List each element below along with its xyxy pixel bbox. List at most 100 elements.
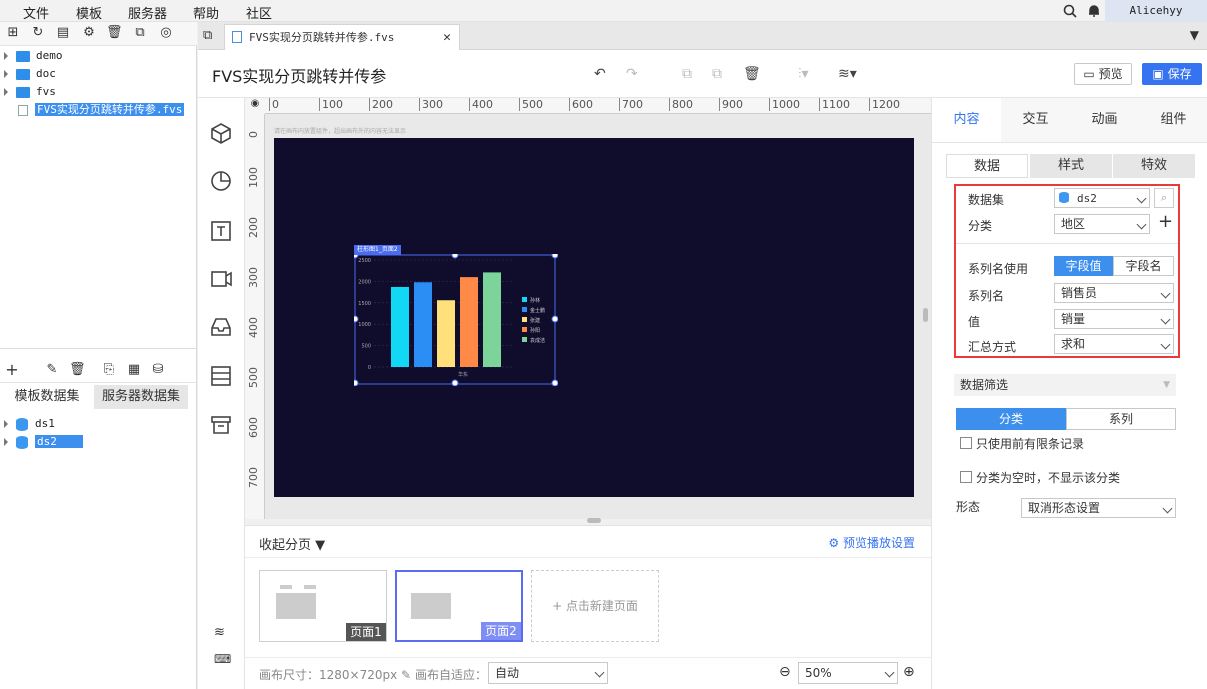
zoom-select[interactable]: 50% (798, 662, 898, 684)
option-field-value[interactable]: 字段值 (1054, 256, 1113, 276)
layer-icon[interactable]: ≋▾ (838, 66, 857, 82)
locate-icon[interactable]: ◎ (158, 25, 174, 41)
new-file-icon[interactable]: ⊞ (5, 25, 21, 41)
search-icon[interactable]: ⌕ (1154, 188, 1174, 208)
undo-icon[interactable]: ↶ (594, 66, 606, 82)
tab-template-dataset[interactable]: 模板数据集 (0, 385, 94, 409)
align-icon[interactable]: ⫶▾ (798, 66, 809, 82)
subtab-effect[interactable]: 特效 (1113, 154, 1195, 178)
zoom-out-icon[interactable]: ⊖ (779, 664, 791, 680)
dataset-item-selected[interactable]: ds2 (0, 433, 83, 451)
edit-icon[interactable]: ✎ (401, 668, 411, 682)
preview-button[interactable]: ▭ 预览 (1074, 63, 1132, 85)
page-thumb-1[interactable]: 页面1 (259, 570, 387, 642)
resize-handle[interactable] (451, 379, 459, 386)
tab-menu-icon[interactable]: ⧉ (203, 28, 212, 43)
preview-dataset-icon[interactable]: ⎘ (101, 362, 117, 378)
tree-item[interactable]: demo (0, 47, 197, 65)
h-scrollbar[interactable] (587, 518, 601, 523)
filter-seg-category[interactable]: 分类 (956, 408, 1066, 430)
tab-animation[interactable]: 动画 (1070, 98, 1139, 142)
redo-icon[interactable]: ↷ (626, 66, 638, 82)
add-icon[interactable]: + (1158, 211, 1173, 232)
resize-handle[interactable] (354, 315, 359, 323)
tree-item-selected[interactable]: FVS实现分页跳转并传参.fvs (18, 101, 185, 119)
table-icon[interactable] (210, 365, 232, 387)
paste-icon[interactable]: ⧉ (712, 66, 722, 82)
resize-handle[interactable] (551, 379, 558, 386)
filter-seg-series[interactable]: 系列 (1066, 408, 1176, 430)
menu-help[interactable]: 帮助 (193, 3, 219, 22)
server-dataset-icon[interactable]: ▦ (126, 362, 142, 378)
eye-icon[interactable]: ◉ (245, 98, 265, 114)
new-page-button[interactable]: + 点击新建页面 (531, 570, 659, 642)
canvas-adapt-select[interactable]: 自动 (488, 662, 608, 684)
keyboard-icon[interactable]: ⌨ (214, 652, 231, 666)
media-icon[interactable] (210, 268, 232, 290)
archive-icon[interactable] (210, 414, 232, 436)
tab-component[interactable]: 组件 (1139, 98, 1207, 142)
menu-template[interactable]: 模板 (76, 3, 102, 22)
edit-icon[interactable]: ✎ (44, 362, 60, 378)
search-icon[interactable] (1063, 4, 1077, 18)
resize-handle[interactable] (551, 254, 558, 259)
subtab-data[interactable]: 数据 (946, 154, 1028, 178)
close-icon[interactable]: ✕ (443, 25, 451, 50)
limit-records-checkbox[interactable] (960, 437, 972, 449)
save-button[interactable]: ▣ 保存 (1142, 63, 1202, 85)
pin-icon[interactable]: ▼ (1190, 28, 1199, 42)
properties-icon[interactable]: ▤ (55, 25, 71, 41)
dataset-item[interactable]: ds1 (0, 415, 55, 433)
aggregation-select[interactable]: 求和 (1054, 334, 1174, 354)
tree-item[interactable]: doc (0, 65, 197, 83)
menu-server[interactable]: 服务器 (128, 3, 167, 22)
inbox-icon[interactable] (210, 316, 232, 338)
tab-interaction[interactable]: 交互 (1001, 98, 1070, 142)
dataset-select[interactable]: ds2 (1054, 188, 1150, 208)
tab-server-dataset[interactable]: 服务器数据集 (94, 385, 188, 409)
ruler-tick: 600 (247, 417, 260, 438)
splitter[interactable] (0, 348, 197, 356)
resize-handle[interactable] (451, 254, 459, 259)
chart-icon[interactable] (210, 170, 232, 192)
database-icon (1059, 192, 1069, 203)
delete-icon[interactable]: 🗑 (69, 362, 86, 378)
value-select[interactable]: 销量 (1054, 309, 1174, 329)
refresh-icon[interactable]: ↻ (30, 25, 46, 41)
collapse-pages-button[interactable]: 收起分页 ▼ (259, 534, 325, 553)
v-scrollbar[interactable] (923, 308, 928, 322)
tree-item[interactable]: fvs (0, 83, 197, 101)
tab-content[interactable]: 内容 (932, 98, 1001, 142)
canvas-stage[interactable]: 0 500 1000 1500 2000 2500 孙林 金士鹏 张建 孙阳 袁成洁 华东 柱形图1_… (274, 138, 914, 497)
series-name-select[interactable]: 销售员 (1054, 283, 1174, 303)
delete-icon[interactable]: 🗑 (106, 25, 123, 41)
hide-empty-checkbox[interactable] (960, 471, 972, 483)
play-settings-link[interactable]: ⚙ 预览播放设置 (828, 534, 915, 551)
layers-icon[interactable]: ≋ (214, 625, 225, 640)
option-field-name[interactable]: 字段名 (1113, 256, 1174, 276)
copy-icon[interactable]: ⧉ (132, 25, 148, 41)
text-icon[interactable] (210, 220, 232, 242)
settings-icon[interactable]: ⚙ (81, 25, 97, 41)
series-name-use-label: 系列名使用 (968, 262, 1029, 276)
subtab-style[interactable]: 样式 (1030, 154, 1112, 178)
shape-select[interactable]: 取消形态设置 (1021, 498, 1176, 518)
bell-icon[interactable] (1087, 4, 1101, 18)
data-filter-header[interactable]: 数据筛选 ▼ (954, 374, 1176, 396)
user-name[interactable]: Alicehyy (1105, 0, 1207, 22)
database-icon[interactable]: ⛁ (150, 362, 166, 378)
cube-icon[interactable] (210, 122, 232, 144)
file-toolbar: ⊞ ↻ ▤ ⚙ 🗑 ⧉ ◎ (0, 22, 197, 46)
resize-handle[interactable] (354, 379, 359, 386)
zoom-in-icon[interactable]: ⊕ (903, 664, 915, 680)
category-select[interactable]: 地区 (1054, 214, 1150, 234)
resize-handle[interactable] (551, 315, 558, 323)
menu-community[interactable]: 社区 (246, 3, 272, 22)
add-dataset-icon[interactable]: + (4, 362, 20, 378)
copy-icon[interactable]: ⧉ (682, 66, 692, 82)
page-thumb-2[interactable]: 页面2 (395, 570, 523, 642)
bar-chart-widget[interactable]: 0 500 1000 1500 2000 2500 孙林金士鹏张建孙阳袁成洁华东 (354, 254, 558, 386)
menu-file[interactable]: 文件 (23, 3, 49, 22)
delete-icon[interactable]: 🗑 (743, 66, 761, 82)
document-tab[interactable]: FVS实现分页跳转并传参.fvs ✕ (224, 24, 460, 50)
